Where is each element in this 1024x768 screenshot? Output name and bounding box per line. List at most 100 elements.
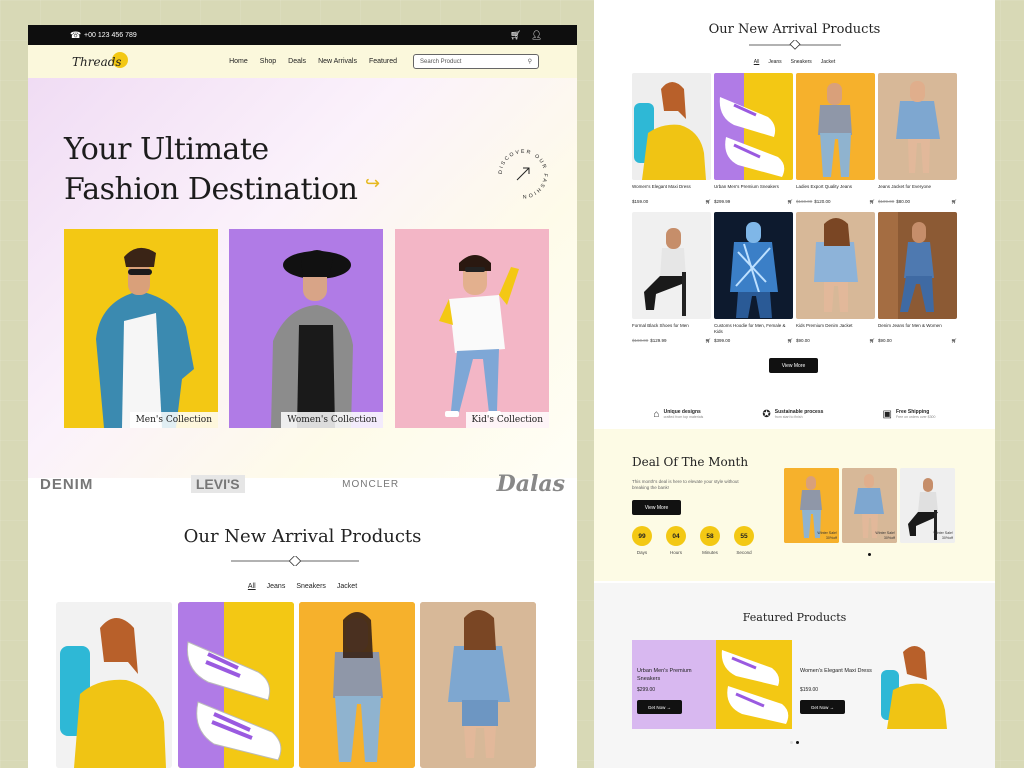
cart-icon[interactable]: 🛒︎ — [510, 30, 521, 40]
deal-carousel-dot[interactable] — [868, 553, 871, 556]
womens-collection-label: Women's Collection — [281, 412, 383, 428]
product-filters-right: All Jeans Sneakers Jacket — [594, 59, 995, 65]
cart-icon[interactable]: 🛒︎ — [705, 338, 711, 344]
feature-unique-designs: ⌂ Unique designs crafted from top materia… — [653, 408, 704, 420]
phone-icon: ☎ — [70, 30, 82, 40]
get-now-button[interactable]: Get Now → — [637, 700, 682, 714]
filter-sneakers[interactable]: Sneakers — [296, 583, 326, 590]
filter-sneakers-right[interactable]: Sneakers — [791, 59, 812, 65]
product-name: Kids Premium Denim Jacket — [796, 323, 853, 328]
view-more-button[interactable]: View More — [769, 358, 818, 373]
brand-dalas[interactable]: Dalas — [497, 471, 565, 497]
product-image — [714, 73, 793, 180]
search-input[interactable]: Search Product ⚲ — [413, 54, 539, 69]
product-image — [714, 212, 793, 319]
kids-collection-label: Kid's Collection — [465, 412, 549, 428]
hero-title: Your Ultimate Fashion Destination — [64, 132, 358, 207]
award-icon: ✪ — [762, 408, 771, 420]
brand-levis[interactable]: LEVI'S — [190, 475, 245, 493]
product-card[interactable]: Urban Men's Premium Sneakers $299.99 🛒︎ — [714, 73, 793, 205]
product-card[interactable]: Customs Hoodie for Men, Female & Kids $3… — [714, 212, 793, 344]
product-price: $80.00 — [896, 199, 911, 204]
filter-jeans-right[interactable]: Jeans — [768, 59, 781, 65]
search-placeholder: Search Product — [420, 58, 462, 65]
kids-collection-card[interactable]: Kid's Collection — [395, 229, 549, 428]
search-icon[interactable]: ⚲ — [528, 58, 532, 65]
product-name: Formal Black Shoes for Men — [632, 323, 689, 328]
cart-icon[interactable]: 🛒︎ — [951, 338, 957, 344]
product-price: $299.99 — [714, 199, 731, 204]
product-price: $399.00 — [714, 338, 731, 343]
phone-contact[interactable]: ☎ +00 123 456 789 — [70, 30, 137, 40]
cart-icon[interactable]: 🛒︎ — [787, 338, 793, 344]
product-price: $90.00 — [796, 338, 810, 343]
cart-icon[interactable]: 🛒︎ — [869, 338, 875, 344]
product-card[interactable]: Denim Jeans for Men & Women $90.00 🛒︎ — [878, 212, 957, 344]
kid-model-image — [395, 229, 549, 428]
filter-jacket-right[interactable]: Jacket — [821, 59, 835, 65]
product-card[interactable]: Kids Premium Denim Jacket $90.00 🛒︎ — [796, 212, 875, 344]
nav-menu: Home Shop Deals New Arrivals Featured — [229, 58, 397, 65]
product-card[interactable]: Ladies Export Quality Jeans $160.00 $120.… — [796, 73, 875, 205]
carousel-dot[interactable] — [790, 741, 793, 744]
nav-new-arrivals[interactable]: New Arrivals — [318, 58, 357, 65]
product-image — [796, 73, 875, 180]
features-strip: ⌂ Unique designs crafted from top materia… — [594, 403, 995, 425]
nav-featured[interactable]: Featured — [369, 58, 397, 65]
product-card[interactable]: Jeans Jacket for Everyone $109.00 $80.00 🛒… — [878, 73, 957, 205]
product-card[interactable]: Formal Black Shoes for Men $160.00 $129.9… — [632, 212, 711, 344]
swirl-icon: ↪ — [365, 173, 381, 193]
user-icon[interactable]: 👤︎ — [531, 30, 542, 40]
carousel-dot-active[interactable] — [796, 741, 799, 744]
product-image-jeans[interactable] — [299, 602, 415, 768]
cart-icon[interactable]: 🛒︎ — [869, 199, 875, 205]
phone-number: +00 123 456 789 — [84, 31, 137, 39]
deal-product-card[interactable]: Winter Sale! 30%off — [784, 468, 839, 543]
deal-product-card[interactable]: Winter Sale! 30%off — [842, 468, 897, 543]
feature-sustainable: ✪ Sustainable process from start to finis… — [762, 408, 824, 420]
brand-moncler[interactable]: MONCLER — [342, 479, 399, 490]
deal-view-more-button[interactable]: View More — [632, 500, 681, 515]
discover-badge[interactable]: DISCOVER OUR FASHION — [495, 146, 551, 202]
product-name: Urban Men's Premium Sneakers — [714, 184, 779, 189]
feature-free-shipping: ▣ Free Shipping Free on orders over $300 — [882, 408, 936, 420]
countdown-days: 99 Days — [632, 526, 652, 555]
deal-title: Deal Of The Month — [632, 455, 749, 469]
product-name: Jeans Jacket for Everyone — [878, 184, 932, 189]
filter-jacket[interactable]: Jacket — [337, 583, 357, 590]
featured-product-price: $159.00 — [800, 687, 819, 693]
nav-deals[interactable]: Deals — [288, 58, 306, 65]
product-old-price: $160.00 — [632, 338, 649, 343]
mens-collection-label: Men's Collection — [129, 412, 218, 428]
brand-denim[interactable]: DENIM — [40, 476, 93, 493]
logo[interactable]: Threads — [72, 51, 128, 69]
tag-icon: ⌂ — [653, 408, 660, 420]
product-card[interactable]: Women's Elegant Maxi Dress $159.00 🛒︎ — [632, 73, 711, 205]
deal-of-month-section: Deal Of The Month This month's deal is h… — [594, 429, 995, 581]
mens-collection-card[interactable]: Men's Collection — [64, 229, 218, 428]
homepage-left-panel: ☎ +00 123 456 789 🛒︎ 👤︎ Threads Home Sho… — [28, 25, 577, 768]
deal-product-card[interactable]: Winter Sale! 30%off — [900, 468, 955, 543]
womens-collection-card[interactable]: Women's Collection — [229, 229, 383, 428]
filter-all-right[interactable]: All — [754, 59, 760, 65]
product-name: Customs Hoodie for Men, Female & Kids — [714, 323, 786, 334]
featured-card-dress[interactable]: Women's Elegant Maxi Dress $159.00 Get N… — [795, 640, 955, 729]
nav-shop[interactable]: Shop — [260, 58, 276, 65]
cart-icon[interactable]: 🛒︎ — [951, 199, 957, 205]
get-now-button[interactable]: Get Now → — [800, 700, 845, 714]
cart-icon[interactable]: 🛒︎ — [705, 199, 711, 205]
product-name: Ladies Export Quality Jeans — [796, 184, 853, 189]
brand-strip: DENIM LEVI'S MONCLER Dalas — [28, 470, 577, 498]
product-price: $129.99 — [650, 338, 667, 343]
filter-jeans[interactable]: Jeans — [267, 583, 286, 590]
featured-carousel-dots — [790, 741, 799, 744]
deal-description: This month's deal is here to elevate you… — [632, 479, 739, 490]
product-image-jacket[interactable] — [420, 602, 536, 768]
product-image-sneakers[interactable] — [178, 602, 294, 768]
product-filters: All Jeans Sneakers Jacket — [28, 583, 577, 590]
featured-card-sneakers[interactable]: Urban Men's Premium Sneakers $299.00 Get… — [632, 640, 792, 729]
filter-all[interactable]: All — [248, 583, 256, 590]
cart-icon[interactable]: 🛒︎ — [787, 199, 793, 205]
product-image-dress[interactable] — [56, 602, 172, 768]
nav-home[interactable]: Home — [229, 58, 248, 65]
